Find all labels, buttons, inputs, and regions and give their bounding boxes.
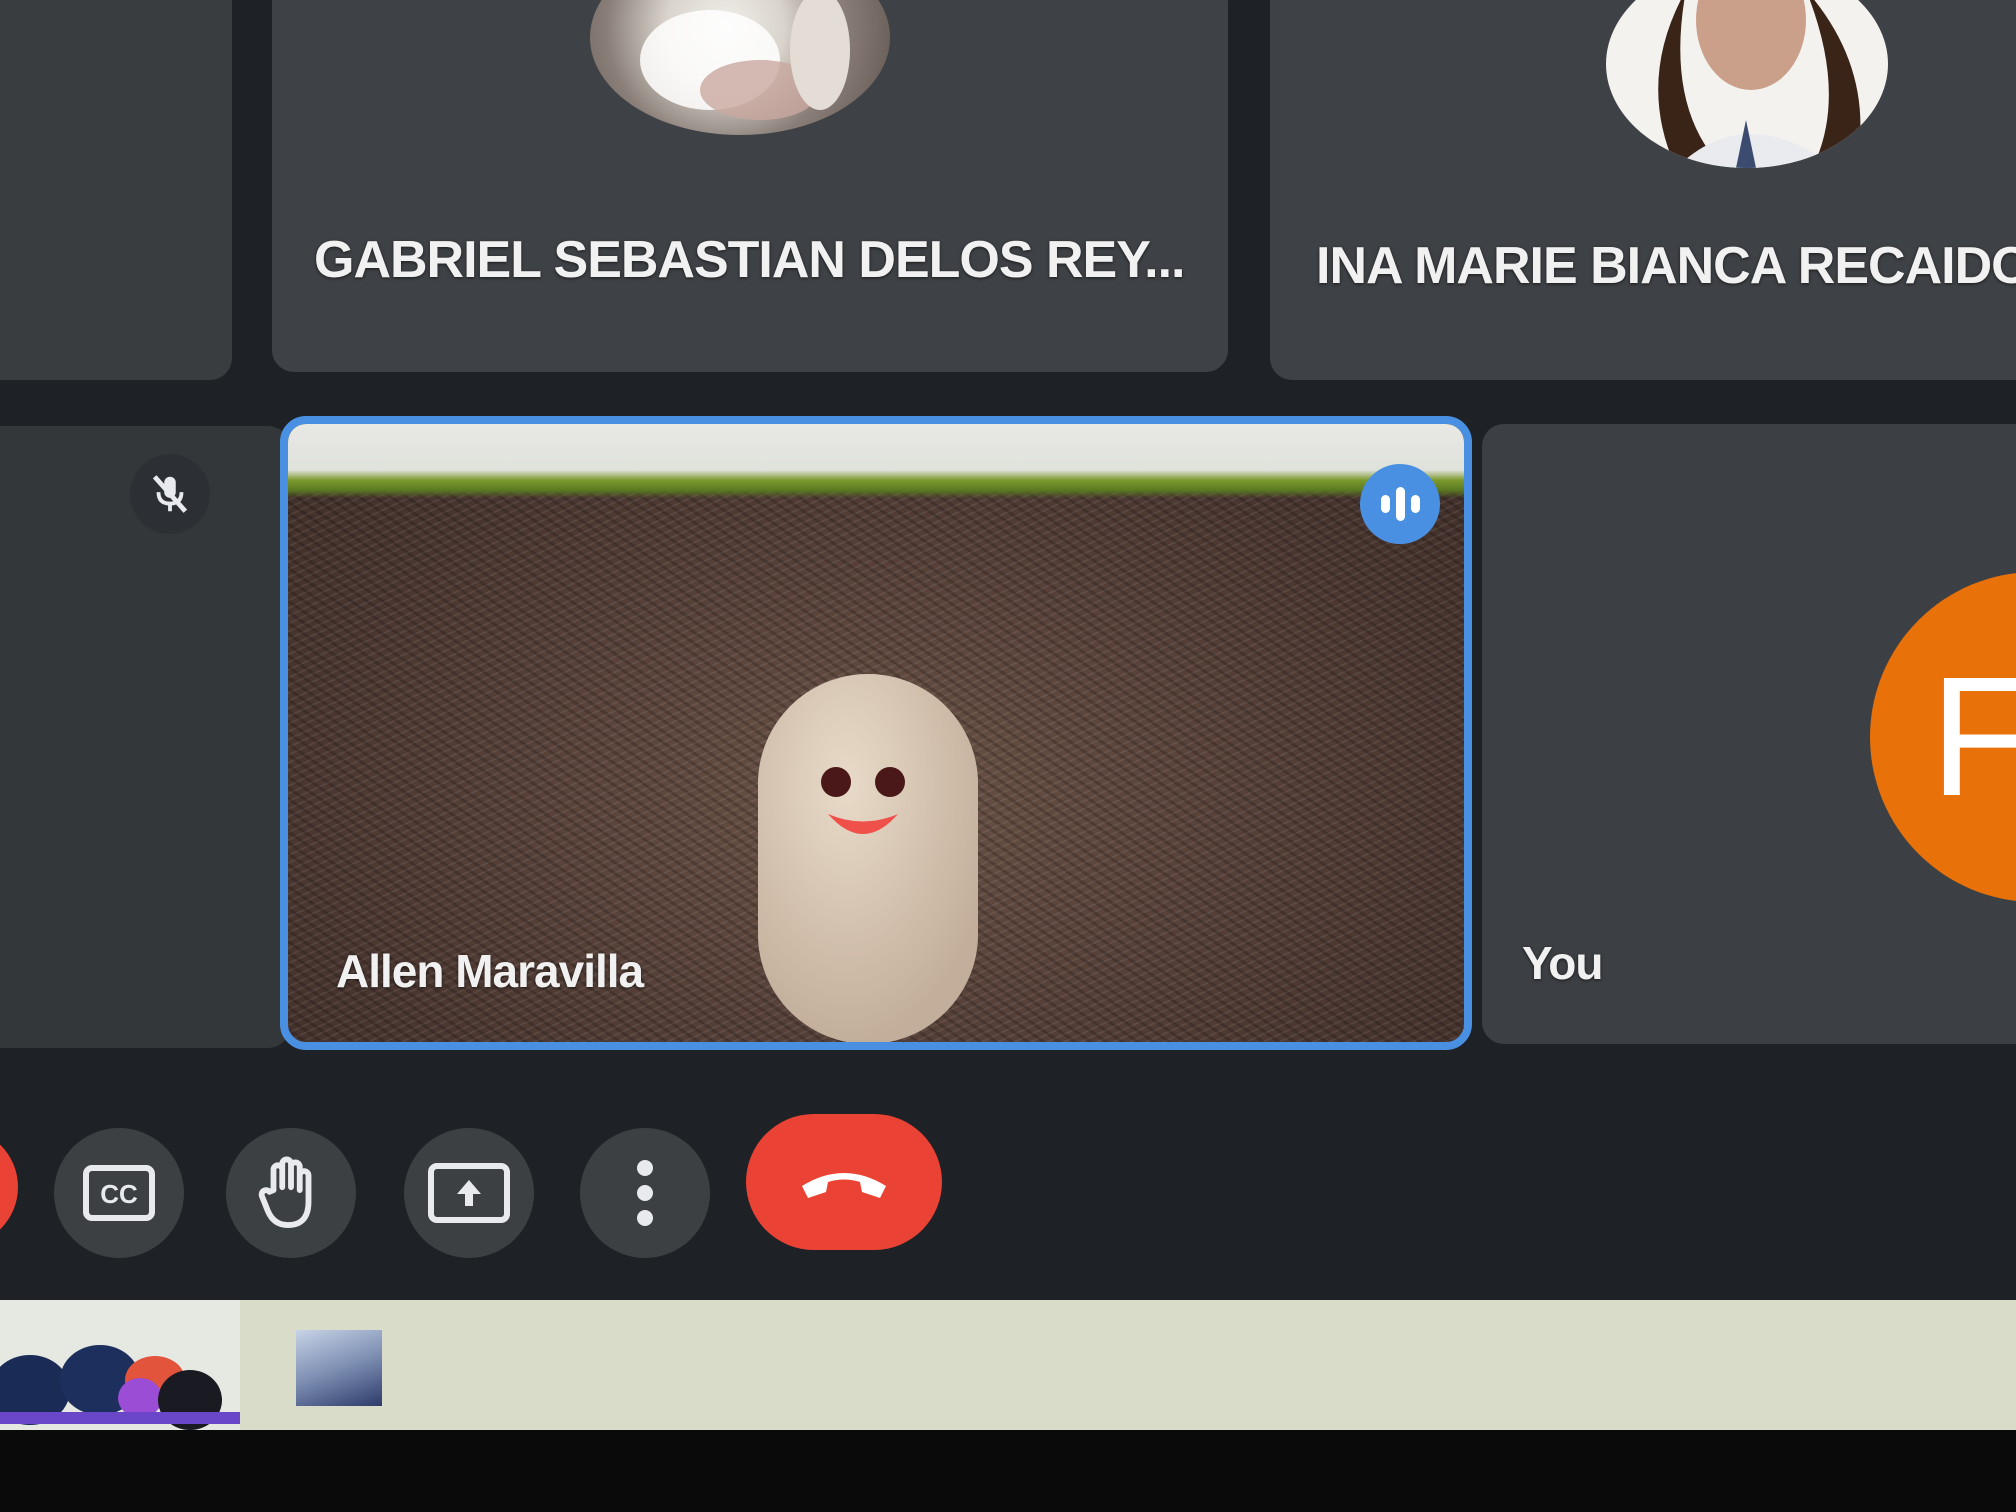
gabriel-avatar [590, 0, 890, 135]
more-options-button[interactable] [580, 1128, 710, 1258]
participant-tile-partial-left[interactable] [0, 426, 290, 1048]
meeting-screen: GABRIEL SEBASTIAN DELOS REY... INA MARIE… [0, 0, 2016, 1310]
self-name: You [1522, 937, 1603, 989]
captions-button[interactable]: CC [54, 1128, 184, 1258]
hand-icon [258, 1156, 312, 1228]
os-taskbar [0, 1300, 2016, 1430]
participant-tile-gabriel[interactable]: GABRIEL SEBASTIAN DELOS REY... [272, 0, 1228, 372]
gabriel-name: GABRIEL SEBASTIAN DELOS REY... [314, 231, 1186, 289]
present-screen-icon [428, 1163, 510, 1223]
partial-red-control[interactable] [0, 1128, 18, 1246]
present-button[interactable] [404, 1128, 534, 1258]
ina-avatar-photo [1658, 0, 1861, 168]
more-vert-icon [637, 1160, 653, 1226]
ina-avatar [1606, 0, 1888, 168]
participant-tile-self[interactable]: F You [1482, 424, 2016, 1044]
monitor-bezel [0, 1430, 2016, 1512]
muted-mic-icon [130, 454, 210, 534]
allen-potato-avatar [758, 674, 978, 1042]
taskbar-app-thumbnail[interactable] [296, 1330, 382, 1406]
leave-call-button[interactable] [746, 1114, 942, 1250]
gabriel-avatar-photo [640, 0, 850, 120]
participant-tile-partial-top-left [0, 0, 232, 380]
self-avatar: F [1870, 572, 2016, 902]
closed-captions-icon: CC [83, 1165, 155, 1221]
allen-name: Allen Maravilla [336, 945, 644, 997]
svg-text:CC: CC [100, 1179, 138, 1209]
participant-tile-ina[interactable]: INA MARIE BIANCA RECAIDO [1270, 0, 2016, 380]
taskbar-active-app[interactable] [0, 1300, 240, 1430]
speaking-indicator-icon [1360, 464, 1440, 544]
call-end-icon [802, 1173, 886, 1198]
self-avatar-initial: F [1930, 642, 2016, 832]
raise-hand-button[interactable] [226, 1128, 356, 1258]
participant-tile-allen[interactable]: Allen Maravilla [280, 416, 1472, 1050]
ina-name: INA MARIE BIANCA RECAIDO [1316, 237, 2016, 295]
